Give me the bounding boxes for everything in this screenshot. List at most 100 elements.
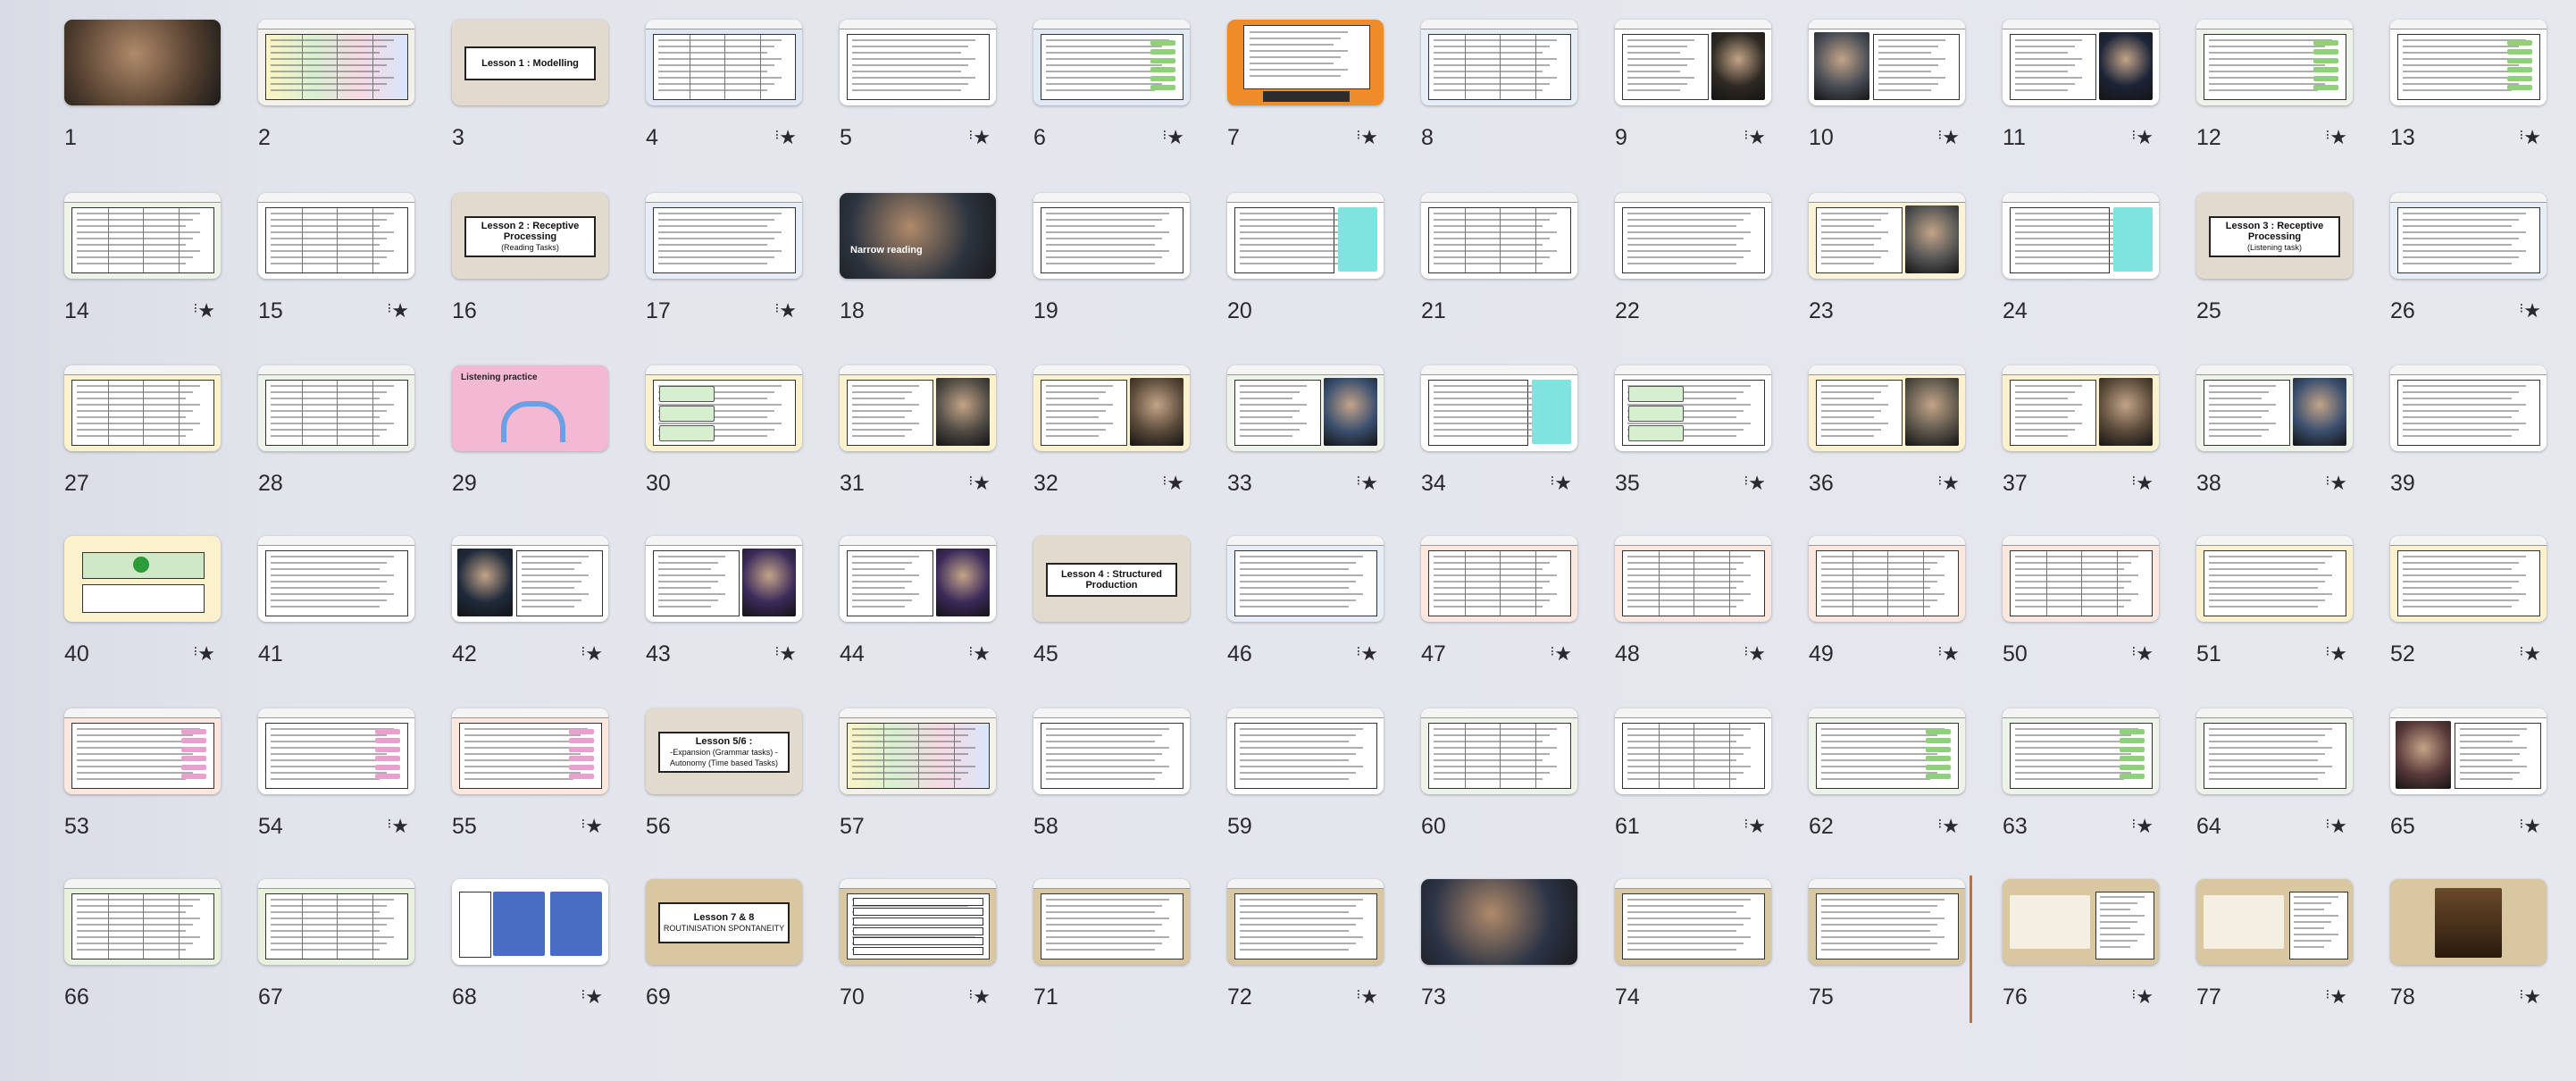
slide-thumbnail[interactable] xyxy=(1809,879,1965,965)
slide-thumbnail[interactable] xyxy=(1227,879,1384,965)
slide-thumbnail[interactable] xyxy=(64,708,221,794)
slide-thumbnail[interactable] xyxy=(1615,193,1771,279)
slide-thumbnail[interactable] xyxy=(1615,20,1771,105)
slide-transition-star-icon[interactable]: ⁝★ xyxy=(774,300,797,323)
slide-transition-star-icon[interactable]: ⁝★ xyxy=(2325,986,2347,1009)
slide-thumbnail[interactable] xyxy=(646,20,802,105)
slide-thumbnail[interactable] xyxy=(2196,536,2353,622)
slide-thumbnail[interactable] xyxy=(1421,20,1577,105)
slide-transition-star-icon[interactable]: ⁝★ xyxy=(1744,127,1766,149)
slide-thumbnail[interactable] xyxy=(64,193,221,279)
slide-thumbnail[interactable] xyxy=(2390,20,2547,105)
slide-thumbnail[interactable] xyxy=(2003,879,2159,965)
slide-thumbnail[interactable]: Lesson 5/6 : -Expansion (Grammar tasks) -… xyxy=(646,708,802,794)
slide-thumbnail[interactable] xyxy=(2003,193,2159,279)
slide-transition-star-icon[interactable]: ⁝★ xyxy=(2131,127,2154,149)
slide-thumbnail[interactable] xyxy=(258,536,414,622)
slide-transition-star-icon[interactable]: ⁝★ xyxy=(968,127,991,149)
slide-transition-star-icon[interactable]: ⁝★ xyxy=(387,300,409,323)
slide-transition-star-icon[interactable]: ⁝★ xyxy=(581,986,603,1009)
slide-thumbnail[interactable] xyxy=(1809,20,1965,105)
slide-transition-star-icon[interactable]: ⁝★ xyxy=(2519,643,2541,666)
slide-transition-star-icon[interactable]: ⁝★ xyxy=(1937,127,1960,149)
slide-thumbnail[interactable] xyxy=(452,708,608,794)
slide-transition-star-icon[interactable]: ⁝★ xyxy=(774,127,797,149)
slide-transition-star-icon[interactable]: ⁝★ xyxy=(2519,300,2541,323)
slide-thumbnail[interactable] xyxy=(1809,536,1965,622)
slide-transition-star-icon[interactable]: ⁝★ xyxy=(774,643,797,666)
slide-transition-star-icon[interactable]: ⁝★ xyxy=(1744,473,1766,495)
slide-thumbnail[interactable]: Lesson 1 : Modelling xyxy=(452,20,608,105)
slide-transition-star-icon[interactable]: ⁝★ xyxy=(193,300,215,323)
slide-thumbnail[interactable]: Lesson 2 : Receptive Processing (Reading … xyxy=(452,193,608,279)
slide-transition-star-icon[interactable]: ⁝★ xyxy=(2519,986,2541,1009)
slide-thumbnail[interactable] xyxy=(1227,20,1384,105)
slide-thumbnail[interactable] xyxy=(64,365,221,451)
slide-thumbnail[interactable] xyxy=(2390,193,2547,279)
slide-thumbnail[interactable] xyxy=(1809,708,1965,794)
slide-thumbnail[interactable] xyxy=(840,708,996,794)
slide-thumbnail[interactable] xyxy=(840,879,996,965)
slide-thumbnail[interactable] xyxy=(1421,365,1577,451)
slide-transition-star-icon[interactable]: ⁝★ xyxy=(2325,473,2347,495)
slide-thumbnail[interactable] xyxy=(1421,708,1577,794)
slide-thumbnail[interactable] xyxy=(1227,708,1384,794)
slide-thumbnail[interactable] xyxy=(1421,879,1577,965)
slide-transition-star-icon[interactable]: ⁝★ xyxy=(1162,127,1184,149)
slide-transition-star-icon[interactable]: ⁝★ xyxy=(2131,643,2154,666)
slide-thumbnail[interactable] xyxy=(1615,708,1771,794)
slide-transition-star-icon[interactable]: ⁝★ xyxy=(2519,816,2541,838)
slide-thumbnail[interactable] xyxy=(2390,365,2547,451)
slide-thumbnail[interactable] xyxy=(2196,708,2353,794)
slide-thumbnail[interactable] xyxy=(2003,20,2159,105)
slide-thumbnail[interactable] xyxy=(646,365,802,451)
slide-thumbnail[interactable] xyxy=(1033,879,1190,965)
slide-thumbnail[interactable] xyxy=(1033,193,1190,279)
slide-transition-star-icon[interactable]: ⁝★ xyxy=(2325,643,2347,666)
slide-transition-star-icon[interactable]: ⁝★ xyxy=(2131,986,2154,1009)
slide-thumbnail[interactable] xyxy=(1615,879,1771,965)
speaker-icon[interactable] xyxy=(133,557,149,573)
slide-transition-star-icon[interactable]: ⁝★ xyxy=(1937,816,1960,838)
slide-thumbnail[interactable]: Lesson 4 : Structured Production xyxy=(1033,536,1190,622)
slide-thumbnail[interactable] xyxy=(1227,536,1384,622)
slide-transition-star-icon[interactable]: ⁝★ xyxy=(1550,473,1572,495)
slide-transition-star-icon[interactable]: ⁝★ xyxy=(968,473,991,495)
slide-transition-star-icon[interactable]: ⁝★ xyxy=(581,643,603,666)
slide-transition-star-icon[interactable]: ⁝★ xyxy=(1550,643,1572,666)
slide-thumbnail[interactable] xyxy=(1227,193,1384,279)
slide-thumbnail[interactable] xyxy=(2003,365,2159,451)
slide-thumbnail[interactable] xyxy=(1615,365,1771,451)
slide-thumbnail[interactable]: Lesson 3 : Receptive Processing (Listenin… xyxy=(2196,193,2353,279)
slide-thumbnail[interactable] xyxy=(258,193,414,279)
slide-thumbnail[interactable] xyxy=(2196,365,2353,451)
slide-thumbnail[interactable] xyxy=(258,708,414,794)
slide-thumbnail[interactable] xyxy=(1421,193,1577,279)
slide-thumbnail[interactable] xyxy=(2390,708,2547,794)
slide-thumbnail[interactable] xyxy=(840,365,996,451)
slide-thumbnail[interactable] xyxy=(2196,20,2353,105)
slide-transition-star-icon[interactable]: ⁝★ xyxy=(1162,473,1184,495)
slide-thumbnail[interactable] xyxy=(258,20,414,105)
slide-thumbnail[interactable]: Lesson 7 & 8 ROUTINISATION SPONTANEITY xyxy=(646,879,802,965)
slide-thumbnail[interactable] xyxy=(2196,879,2353,965)
slide-thumbnail[interactable] xyxy=(64,536,221,622)
slide-thumbnail[interactable]: Narrow reading xyxy=(840,193,996,279)
slide-thumbnail[interactable] xyxy=(1809,193,1965,279)
slide-thumbnail[interactable]: Listening practice xyxy=(452,365,608,451)
slide-thumbnail[interactable] xyxy=(452,536,608,622)
slide-thumbnail[interactable] xyxy=(2003,536,2159,622)
slide-transition-star-icon[interactable]: ⁝★ xyxy=(581,816,603,838)
slide-thumbnail[interactable] xyxy=(64,20,221,105)
slide-transition-star-icon[interactable]: ⁝★ xyxy=(2131,816,2154,838)
slide-transition-star-icon[interactable]: ⁝★ xyxy=(2325,127,2347,149)
slide-thumbnail[interactable] xyxy=(1809,365,1965,451)
slide-thumbnail[interactable] xyxy=(2390,536,2547,622)
slide-thumbnail[interactable] xyxy=(1033,20,1190,105)
slide-transition-star-icon[interactable]: ⁝★ xyxy=(1744,816,1766,838)
slide-thumbnail[interactable] xyxy=(646,536,802,622)
slide-transition-star-icon[interactable]: ⁝★ xyxy=(1356,127,1378,149)
slide-transition-star-icon[interactable]: ⁝★ xyxy=(1937,473,1960,495)
slide-thumbnail[interactable] xyxy=(1615,536,1771,622)
slide-thumbnail[interactable] xyxy=(1033,708,1190,794)
